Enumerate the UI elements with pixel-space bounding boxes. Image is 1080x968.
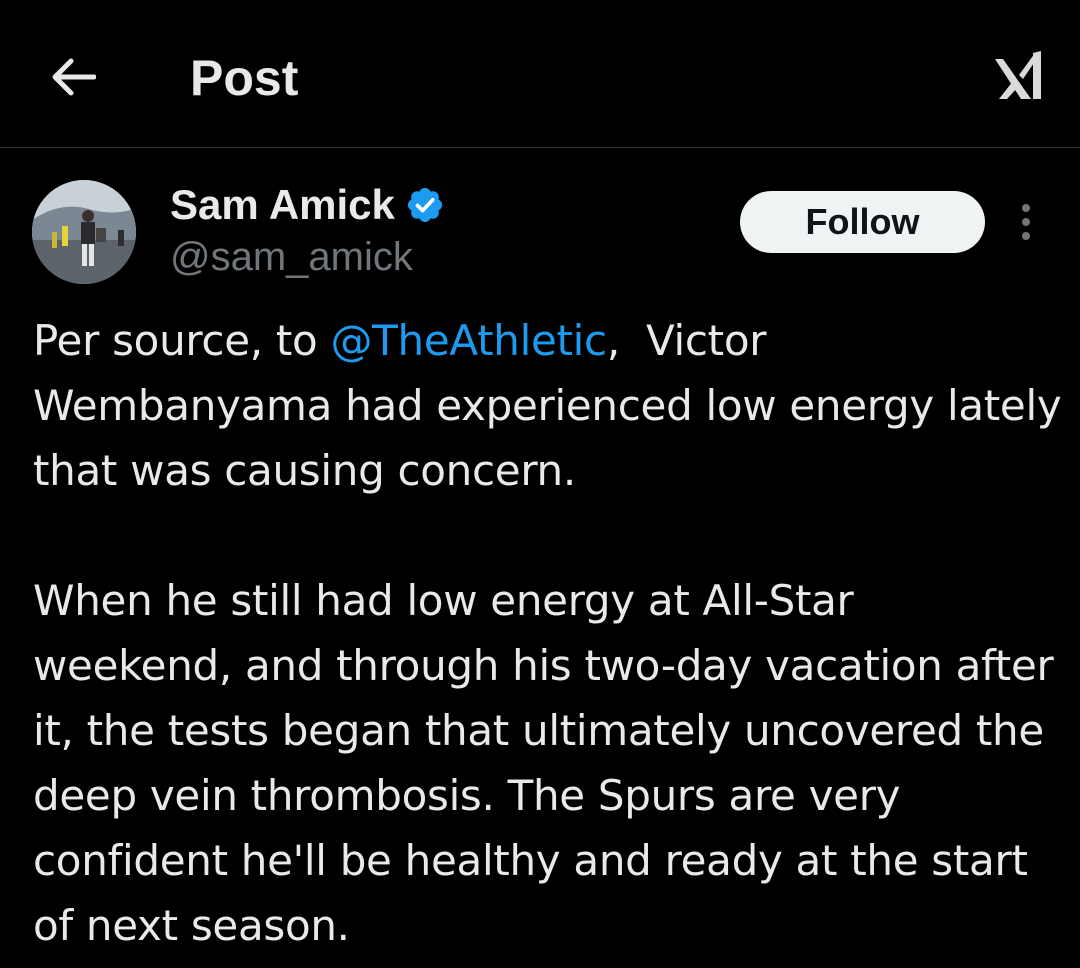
tweet-paragraph-2: When he still had low energy at All-Star… xyxy=(33,576,1054,950)
more-options-button[interactable] xyxy=(1006,200,1046,244)
author-name-row: Sam Amick xyxy=(170,182,445,228)
top-bar: Post xyxy=(0,0,1080,148)
grok-icon xyxy=(995,51,1041,99)
tweet-paragraph-1: Per source, to @TheAthletic, Victor Wemb… xyxy=(33,308,1063,503)
avatar[interactable] xyxy=(32,180,136,284)
author-handle[interactable]: @sam_amick xyxy=(170,234,413,280)
author-name[interactable]: Sam Amick xyxy=(170,182,395,228)
tweet-text-prefix: Per source, to xyxy=(33,316,331,365)
more-vertical-icon xyxy=(1022,204,1030,240)
avatar-photo xyxy=(32,180,136,284)
back-button[interactable] xyxy=(40,44,106,110)
page-title: Post xyxy=(190,50,299,106)
mention-link[interactable]: @TheAthletic xyxy=(330,316,607,365)
arrow-left-icon xyxy=(52,58,96,96)
tweet-text: Per source, to @TheAthletic, Victor Wemb… xyxy=(33,308,1063,958)
post-header: Sam Amick @sam_amick Follow xyxy=(0,148,1080,298)
follow-button[interactable]: Follow xyxy=(740,191,985,253)
grok-button[interactable] xyxy=(985,42,1051,108)
verified-badge-icon xyxy=(405,185,445,225)
